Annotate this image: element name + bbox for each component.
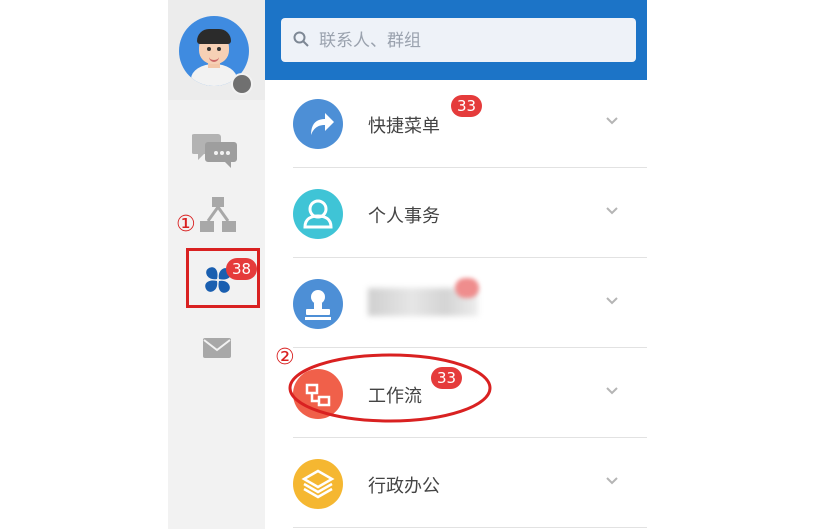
chevron-down-icon[interactable] <box>605 384 619 398</box>
blurred-badge <box>455 278 479 298</box>
left-nav: 38 <box>168 0 265 529</box>
chevron-down-icon[interactable] <box>605 204 619 218</box>
menu-item-admin-office[interactable]: 行政办公 <box>265 440 647 528</box>
chevron-down-icon[interactable] <box>605 474 619 488</box>
chevron-down-icon[interactable] <box>605 114 619 128</box>
chat-icon[interactable] <box>192 130 238 170</box>
menu-item-label: 快捷菜单 <box>368 116 440 137</box>
row-divider <box>293 347 647 348</box>
app-panel: 快捷菜单 33 个人事务 <box>265 0 647 529</box>
search-header <box>265 0 647 80</box>
org-chart-icon[interactable] <box>198 195 238 235</box>
apps-badge: 38 <box>226 258 258 280</box>
apps-nav-item[interactable]: 38 <box>186 248 260 308</box>
row-divider <box>293 167 647 168</box>
highlight-ellipse <box>288 353 492 423</box>
row-divider <box>293 437 647 438</box>
menu-item-badge: 33 <box>451 95 483 117</box>
status-dot <box>231 73 253 95</box>
menu-item-label: 行政办公 <box>368 476 440 497</box>
row-divider <box>293 257 647 258</box>
menu-item-personal-affairs[interactable]: 个人事务 <box>265 170 647 258</box>
search-icon <box>293 31 309 47</box>
mail-icon[interactable] <box>203 338 231 358</box>
person-icon <box>293 189 343 239</box>
menu-item-shortcut[interactable]: 快捷菜单 33 <box>265 80 647 168</box>
search-box[interactable] <box>281 18 636 64</box>
search-input[interactable] <box>317 18 621 64</box>
layers-icon <box>293 459 343 509</box>
chevron-down-icon[interactable] <box>605 294 619 308</box>
menu-item-label: 个人事务 <box>368 206 440 227</box>
step-marker-1: ① <box>176 212 196 237</box>
menu-item-blurred[interactable] <box>265 260 647 348</box>
row-divider <box>293 527 647 528</box>
stamp-icon <box>293 279 343 329</box>
share-arrow-icon <box>293 99 343 149</box>
